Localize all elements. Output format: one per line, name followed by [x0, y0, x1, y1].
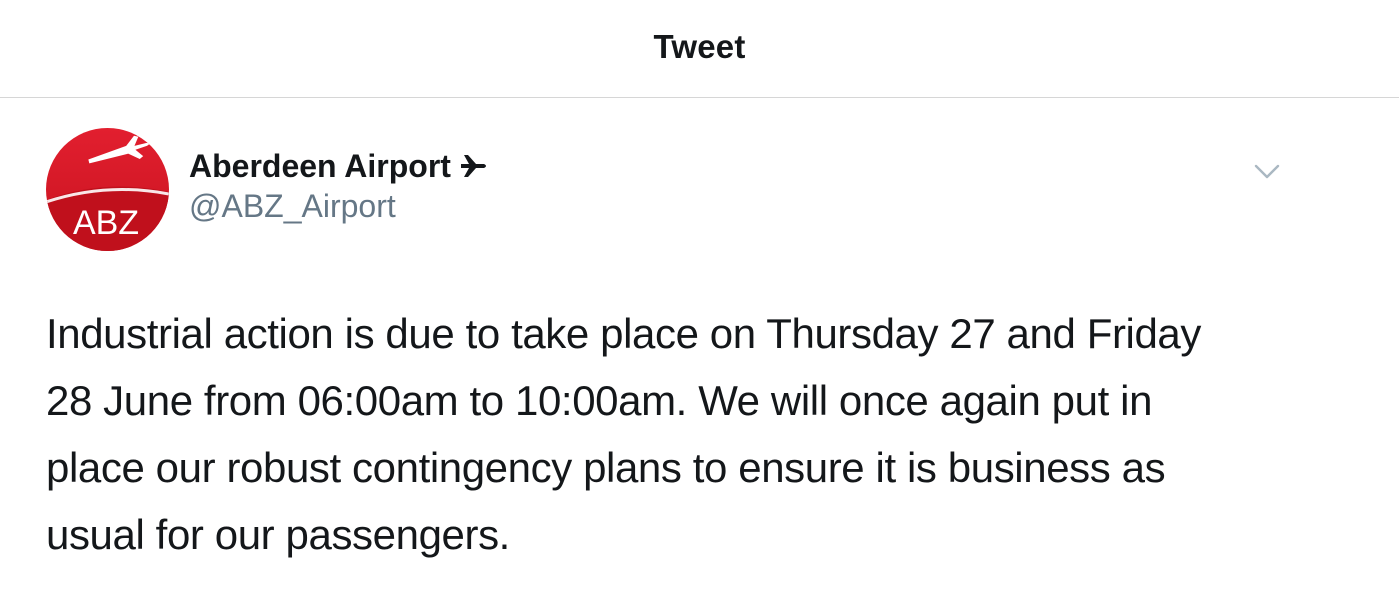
- top-bar: Tweet: [0, 0, 1399, 98]
- display-name[interactable]: Aberdeen Airport: [189, 148, 451, 185]
- author-row: Aberdeen Airport: [189, 146, 489, 186]
- airplane-icon: [459, 151, 489, 181]
- user-handle[interactable]: @ABZ_Airport: [189, 188, 396, 225]
- page-title: Tweet: [653, 28, 746, 65]
- chevron-down-icon[interactable]: [1252, 158, 1282, 186]
- tweet-text: Industrial action is due to take place o…: [46, 310, 1201, 558]
- abz-logo: ABZ: [46, 128, 169, 251]
- avatar-text: ABZ: [73, 204, 139, 242]
- avatar[interactable]: ABZ: [46, 128, 169, 251]
